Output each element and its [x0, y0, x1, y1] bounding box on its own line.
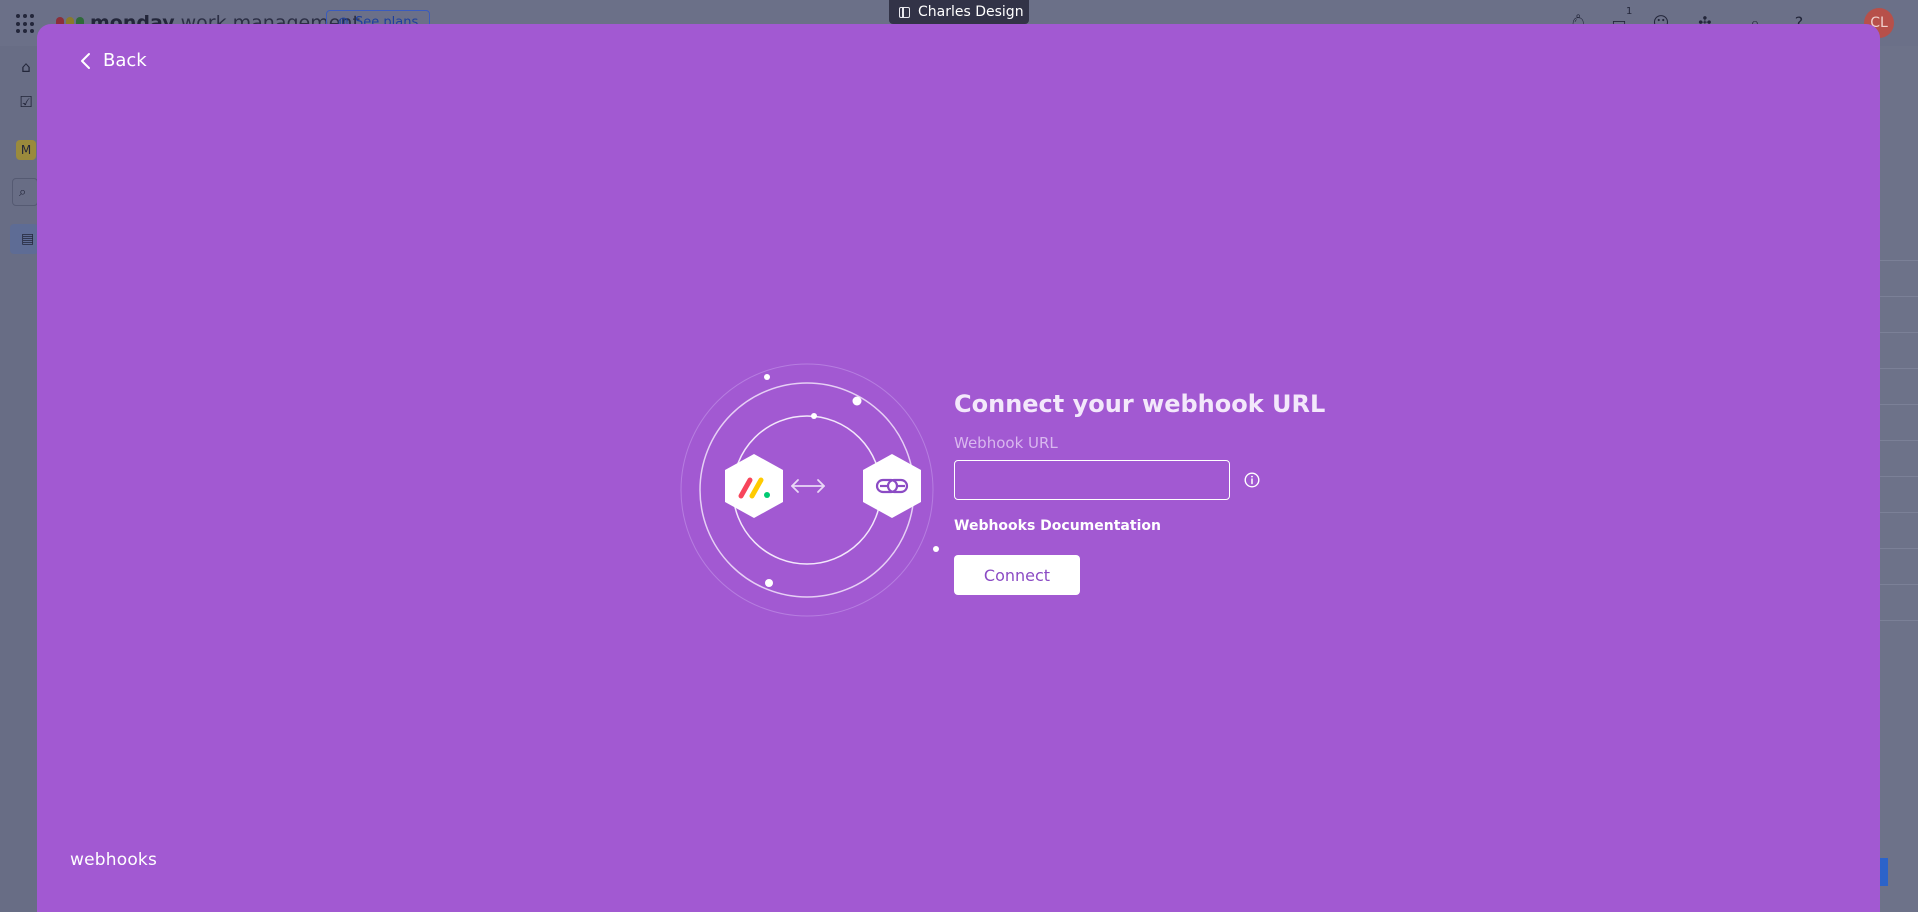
notification-count: 1 — [1626, 6, 1633, 17]
workspace-badge[interactable]: M — [16, 140, 36, 160]
side-panel-icon — [899, 6, 910, 18]
home-icon[interactable]: ⌂ — [16, 57, 36, 77]
orbit-dot — [811, 413, 817, 419]
monday-logo-icon — [725, 454, 783, 518]
back-button[interactable]: Back — [79, 50, 147, 71]
webhooks-footer-logo: webhooks — [70, 850, 158, 870]
row-divider — [1880, 296, 1918, 297]
orbit-dot — [852, 396, 862, 406]
orbit-dot — [764, 374, 770, 380]
row-divider — [1880, 476, 1918, 477]
row-divider — [1880, 548, 1918, 549]
orbit-dot — [765, 579, 773, 587]
board-tab-title: Charles Design — [918, 4, 1024, 20]
row-divider — [1880, 512, 1918, 513]
board-tab[interactable]: Charles Design — [889, 0, 1029, 24]
row-divider — [1880, 368, 1918, 369]
bidirectional-arrow-icon — [791, 479, 825, 493]
row-divider — [1880, 260, 1918, 261]
webhook-url-input[interactable] — [954, 460, 1230, 500]
webhooks-documentation-link[interactable]: Webhooks Documentation — [954, 518, 1161, 534]
row-divider — [1880, 404, 1918, 405]
webhook-modal: Back Connect your webhook URL Webhook UR… — [37, 24, 1880, 912]
chevron-left-icon — [81, 52, 90, 69]
page-title: Connect your webhook URL — [954, 390, 1326, 418]
row-divider — [1880, 584, 1918, 585]
webhook-url-label: Webhook URL — [954, 434, 1058, 452]
info-icon[interactable] — [1244, 472, 1260, 488]
row-divider — [1880, 440, 1918, 441]
sidebar-board-icon[interactable]: ▤ — [10, 224, 38, 254]
left-sidebar — [0, 46, 37, 912]
integration-illustration — [680, 363, 939, 617]
row-divider — [1880, 620, 1918, 621]
my-work-icon[interactable]: ☑ — [16, 92, 36, 112]
board-background — [1880, 46, 1918, 912]
orbit-dot — [933, 546, 939, 552]
apps-grid-icon[interactable] — [16, 14, 36, 34]
connect-button[interactable]: Connect — [954, 555, 1080, 595]
row-divider — [1880, 332, 1918, 333]
sidebar-search-icon[interactable]: ⌕ — [12, 178, 38, 206]
back-label: Back — [103, 50, 147, 71]
